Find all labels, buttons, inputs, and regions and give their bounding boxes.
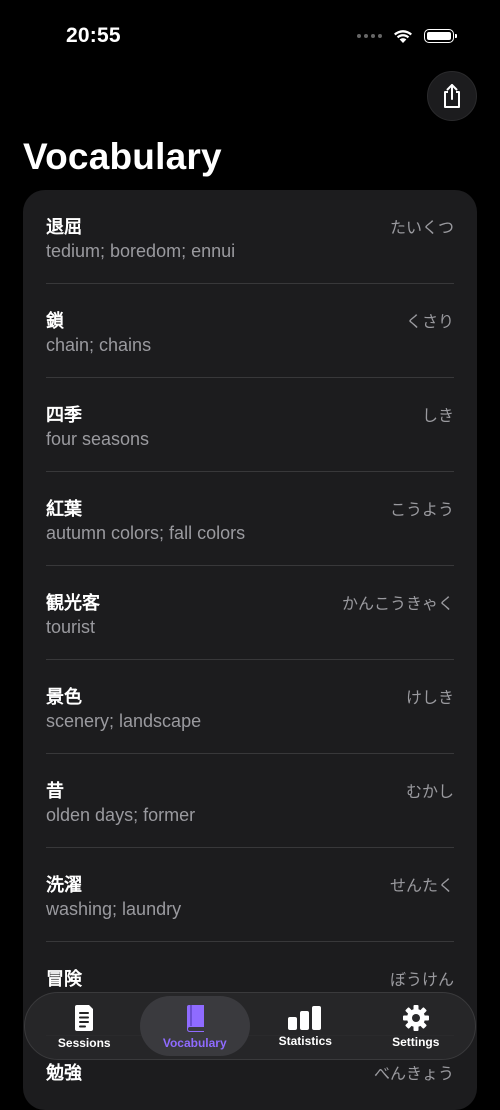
vocabulary-word: 昔 xyxy=(46,781,64,801)
vocabulary-word: 四季 xyxy=(46,405,82,425)
tab-statistics[interactable]: Statistics xyxy=(250,996,361,1056)
vocabulary-row[interactable]: 四季 しき four seasons xyxy=(23,378,477,472)
bar-chart-icon xyxy=(288,1005,322,1030)
vocabulary-row[interactable]: 昔 むかし olden days; former xyxy=(23,754,477,848)
vocabulary-reading: たいくつ xyxy=(389,220,454,237)
vocabulary-meaning: chain; chains xyxy=(46,335,152,355)
vocabulary-word: 勉強 xyxy=(46,1063,82,1083)
vocabulary-reading: しき xyxy=(421,408,454,425)
status-time: 20:55 xyxy=(66,24,121,47)
vocabulary-meaning: washing; laundry xyxy=(46,899,182,919)
vocabulary-reading: こうよう xyxy=(389,502,454,519)
vocabulary-row[interactable]: 鎖 くさり chain; chains xyxy=(23,284,477,378)
vocabulary-word: 冒険 xyxy=(46,969,82,989)
vocabulary-meaning: scenery; landscape xyxy=(46,711,202,731)
vocabulary-meaning: olden days; former xyxy=(46,805,196,825)
status-icons xyxy=(357,28,457,44)
vocabulary-word: 景色 xyxy=(46,687,82,707)
vocabulary-word: 洗濯 xyxy=(46,875,82,895)
vocabulary-reading: ぼうけん xyxy=(389,972,454,989)
tab-sessions[interactable]: Sessions xyxy=(29,996,140,1056)
tab-label: Vocabulary xyxy=(162,1035,227,1050)
vocabulary-meaning: four seasons xyxy=(46,429,150,449)
tab-bar: Sessions Vocabulary Statistics Settings xyxy=(24,992,476,1060)
vocabulary-meaning: tedium; boredom; ennui xyxy=(46,241,236,261)
gear-icon xyxy=(402,1004,429,1031)
cellular-signal-icon xyxy=(357,34,382,38)
share-button[interactable] xyxy=(427,71,477,121)
vocabulary-reading: べんきょう xyxy=(373,1066,454,1083)
vocabulary-reading: けしき xyxy=(405,690,454,707)
tab-vocabulary[interactable]: Vocabulary xyxy=(139,996,250,1056)
vocabulary-meaning: tourist xyxy=(46,617,96,637)
vocabulary-word: 退屈 xyxy=(46,217,82,237)
vocabulary-row[interactable]: 紅葉 こうよう autumn colors; fall colors xyxy=(23,472,477,566)
tab-settings[interactable]: Settings xyxy=(361,996,472,1056)
vocabulary-row[interactable]: 退屈 たいくつ tedium; boredom; ennui xyxy=(23,190,477,284)
vocabulary-row[interactable]: 観光客 かんこうきゃく tourist xyxy=(23,566,477,660)
share-icon xyxy=(444,84,460,108)
page-title: Vocabulary xyxy=(23,136,222,177)
tab-label: Sessions xyxy=(57,1035,111,1050)
status-bar: 20:55 xyxy=(0,0,500,74)
document-icon xyxy=(75,1004,94,1031)
vocabulary-meaning: autumn colors; fall colors xyxy=(46,523,246,543)
vocabulary-word: 鎖 xyxy=(46,311,64,331)
tab-label: Statistics xyxy=(278,1033,332,1048)
wifi-icon xyxy=(394,30,412,43)
vocabulary-reading: かんこうきゃく xyxy=(341,596,454,613)
vocabulary-reading: むかし xyxy=(405,784,454,801)
vocabulary-reading: せんたく xyxy=(389,878,454,895)
battery-icon xyxy=(424,29,457,43)
vocabulary-list: 退屈 たいくつ tedium; boredom; ennui 鎖 くさり cha… xyxy=(23,190,477,1110)
tab-label: Settings xyxy=(392,1034,440,1049)
vocabulary-word: 観光客 xyxy=(46,593,100,613)
book-icon xyxy=(186,1004,204,1032)
vocabulary-word: 紅葉 xyxy=(46,499,82,519)
vocabulary-reading: くさり xyxy=(405,314,454,331)
vocabulary-row[interactable]: 景色 けしき scenery; landscape xyxy=(23,660,477,754)
vocabulary-row[interactable]: 洗濯 せんたく washing; laundry xyxy=(23,848,477,942)
